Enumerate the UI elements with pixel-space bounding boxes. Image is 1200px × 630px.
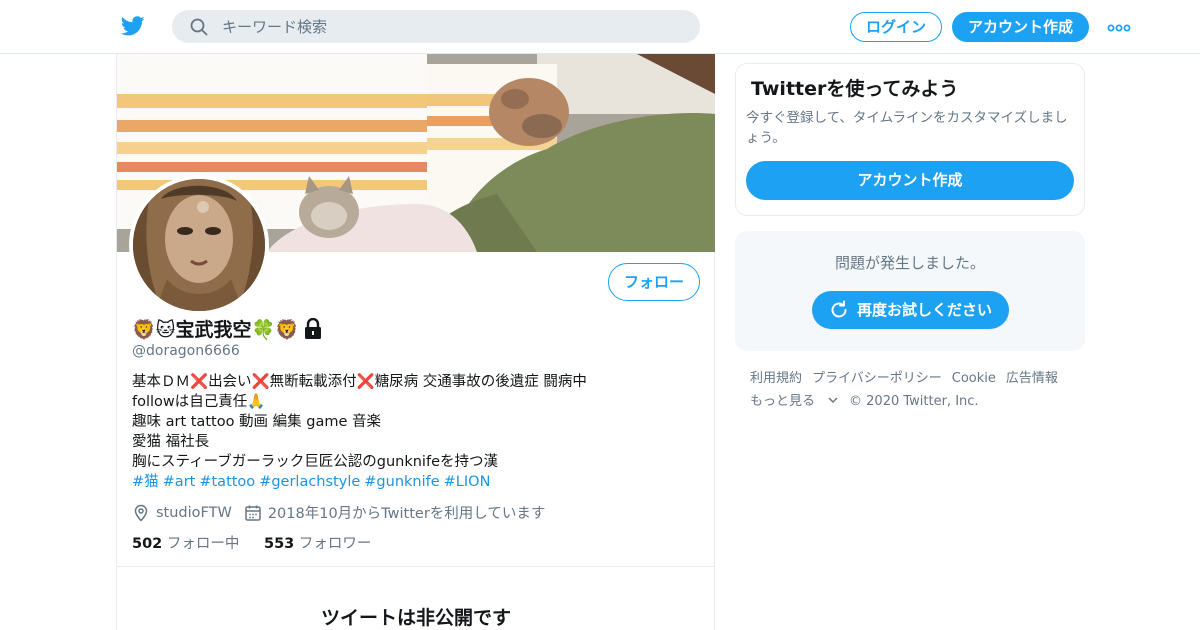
footer-link-privacy[interactable]: プライバシーポリシー: [812, 371, 942, 386]
joined-text: 2018年10月からTwitterを利用しています: [267, 506, 546, 522]
profile-location: studioFTW: [132, 504, 232, 522]
footer-link-ads[interactable]: 広告情報: [1006, 371, 1058, 386]
footer-more-label: もっと見る: [750, 394, 816, 409]
chevron-down-icon: [828, 397, 838, 404]
profile-meta: studioFTW 2018年10月からTwitterを利用しています: [132, 502, 557, 523]
signup-promo-card: Twitterを使ってみよう 今すぐ登録して、タイムラインをカスタマイズしましょ…: [735, 63, 1085, 216]
error-card: 問題が発生しました。 再度お試しください: [735, 231, 1085, 351]
hashtag-link[interactable]: #art: [163, 474, 196, 490]
follow-button[interactable]: フォロー: [608, 263, 700, 301]
followers-link[interactable]: 553 フォロワー: [264, 536, 371, 552]
bio-text: 糖尿病 交通事故の後遺症 闘病中: [374, 374, 587, 390]
promo-title: Twitterを使ってみよう: [751, 78, 959, 100]
followers-count: 553: [264, 536, 295, 552]
retry-button[interactable]: 再度お試しください: [812, 291, 1009, 329]
footer-more-link[interactable]: もっと見る: [750, 394, 839, 409]
location-icon: [134, 504, 148, 522]
following-count: 502: [132, 536, 163, 552]
followers-label: フォロワー: [298, 536, 372, 552]
promo-signup-button[interactable]: アカウント作成: [746, 161, 1074, 200]
error-message: 問題が発生しました。: [834, 254, 985, 272]
divider: [117, 566, 715, 567]
lock-icon: [303, 317, 323, 340]
profile-bio: 基本ＤＭ❌出会い❌無断転載添付❌糖尿病 交通事故の後遺症 闘病中 followは…: [132, 372, 702, 492]
bio-line-2: followは自己責任🙏: [132, 394, 266, 410]
hashtag-link[interactable]: #猫: [132, 474, 159, 490]
footer-links: 利用規約 プライバシーポリシー Cookie 広告情報 もっと見る © 2020 Twi…: [750, 367, 1080, 413]
bio-line-3: 趣味 art tattoo 動画 編集 game 音楽: [132, 414, 382, 430]
profile-counts: 502 フォロー中 553 フォロワー: [132, 532, 391, 553]
bio-text: 無断転載添付: [269, 374, 357, 390]
location-text: studioFTW: [156, 504, 232, 521]
promo-description: 今すぐ登録して、タイムラインをカスタマイズしましょう。: [746, 110, 1068, 146]
bio-line-1: 基本ＤＭ❌出会い❌無断転載添付❌糖尿病 交通事故の後遺症 闘病中: [132, 372, 702, 392]
bio-text: 出会い: [208, 374, 252, 390]
following-link[interactable]: 502 フォロー中: [132, 536, 239, 552]
profile-avatar[interactable]: [129, 175, 269, 315]
profile-display-name: 🦁🐱宝武我空🍀🦁: [132, 319, 299, 341]
search-input[interactable]: [222, 10, 682, 43]
footer-link-cookie[interactable]: Cookie: [952, 371, 996, 386]
bio-line-5: 胸にスティーブガーラック巨匠公認のgunknifeを持つ漢: [132, 454, 498, 470]
search-box[interactable]: [172, 10, 700, 43]
bio-hashtags: #猫 #art #tattoo #gerlachstyle #gunknife #LION: [132, 472, 702, 492]
footer-copyright: © 2020 Twitter, Inc.: [849, 394, 979, 409]
more-dots-icon[interactable]: [1106, 20, 1132, 34]
login-button[interactable]: ログイン: [850, 12, 942, 42]
search-icon: [190, 18, 208, 36]
protected-tweets-title: ツイートは非公開です: [320, 607, 511, 629]
signup-button[interactable]: アカウント作成: [952, 12, 1089, 42]
footer-link-terms[interactable]: 利用規約: [750, 371, 802, 386]
profile-joined: 2018年10月からTwitterを利用しています: [244, 502, 546, 523]
hashtag-link[interactable]: #tattoo: [199, 474, 255, 490]
bio-line-4: 愛猫 福社長: [132, 434, 210, 450]
calendar-icon: [245, 505, 261, 521]
profile-name: 🦁🐱宝武我空🍀🦁: [132, 315, 323, 342]
cross-mark-icon: ❌: [190, 374, 209, 390]
hashtag-link[interactable]: #LION: [444, 474, 491, 490]
retry-label: 再度お試しください: [856, 301, 992, 319]
refresh-icon: [831, 300, 847, 318]
twitter-logo-icon[interactable]: [120, 14, 146, 38]
profile-column: フォロー 🦁🐱宝武我空🍀🦁 @doragon6666 基本ＤＭ❌出会い❌無断転載…: [116, 54, 715, 630]
profile-handle: @doragon6666: [132, 343, 240, 359]
bio-text: 基本ＤＭ: [132, 374, 190, 390]
cross-mark-icon: ❌: [356, 374, 375, 390]
hashtag-link[interactable]: #gerlachstyle: [259, 474, 360, 490]
hashtag-link[interactable]: #gunknife: [364, 474, 439, 490]
following-label: フォロー中: [166, 536, 240, 552]
top-navigation-bar: ログイン アカウント作成: [0, 0, 1200, 54]
cross-mark-icon: ❌: [251, 374, 270, 390]
